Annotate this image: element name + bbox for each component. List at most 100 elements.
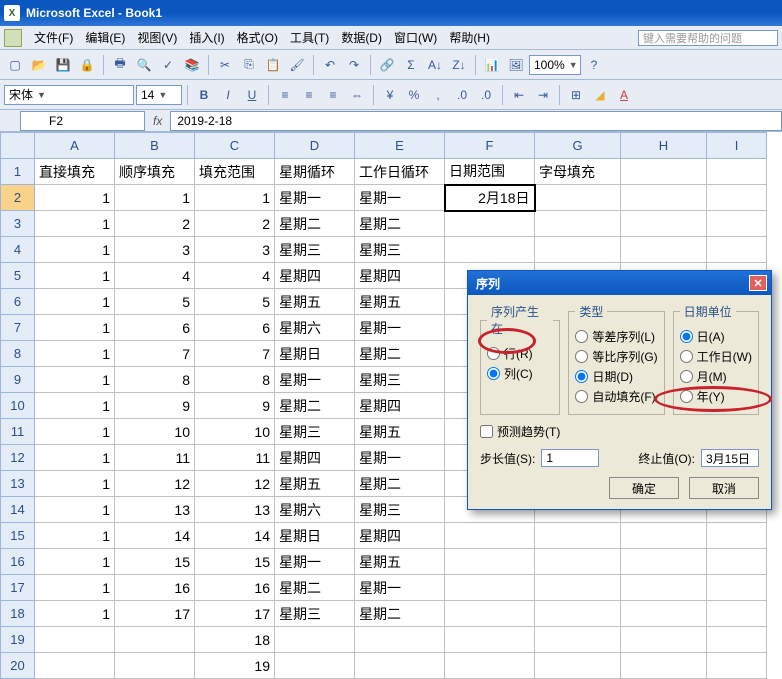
cell[interactable]: 星期二 [355, 211, 445, 237]
row-header-13[interactable]: 13 [1, 471, 35, 497]
row-header-18[interactable]: 18 [1, 601, 35, 627]
cell[interactable]: 1 [35, 289, 115, 315]
menu-format[interactable]: 格式(O) [231, 27, 284, 48]
cell[interactable]: 2月18日 [445, 185, 535, 211]
cell[interactable]: 9 [195, 393, 275, 419]
cell[interactable] [707, 575, 767, 601]
row-header-17[interactable]: 17 [1, 575, 35, 601]
cell[interactable]: 星期四 [355, 523, 445, 549]
cell[interactable]: 17 [115, 601, 195, 627]
cell[interactable]: 7 [195, 341, 275, 367]
cell[interactable]: 10 [115, 419, 195, 445]
row-header-1[interactable]: 1 [1, 159, 35, 185]
cell[interactable]: 13 [115, 497, 195, 523]
cell[interactable]: 星期一 [275, 185, 355, 211]
cell[interactable]: 8 [195, 367, 275, 393]
cell[interactable]: 星期循环 [275, 159, 355, 185]
col-header-F[interactable]: F [445, 133, 535, 159]
print-preview-icon[interactable]: 🔍 [133, 54, 155, 76]
cell[interactable] [535, 237, 621, 263]
permission-icon[interactable]: 🔒 [76, 54, 98, 76]
row-header-6[interactable]: 6 [1, 289, 35, 315]
cell[interactable] [707, 549, 767, 575]
cell[interactable]: 6 [195, 315, 275, 341]
cell[interactable]: 字母填充 [535, 159, 621, 185]
cell[interactable]: 9 [115, 393, 195, 419]
checkbox-trend[interactable]: 预测趋势(T) [480, 421, 759, 441]
cell[interactable] [535, 575, 621, 601]
cell[interactable] [621, 549, 707, 575]
row-header-10[interactable]: 10 [1, 393, 35, 419]
radio-autofill[interactable]: 自动填充(F) [575, 386, 657, 406]
chart-wizard-icon[interactable]: 📊 [481, 54, 503, 76]
redo-icon[interactable]: ↷ [343, 54, 365, 76]
cell[interactable] [621, 523, 707, 549]
cell[interactable]: 星期日 [275, 523, 355, 549]
align-left-icon[interactable]: ≡ [274, 84, 296, 106]
cell[interactable]: 4 [115, 263, 195, 289]
cell[interactable]: 星期三 [355, 367, 445, 393]
cell[interactable] [35, 653, 115, 679]
cell[interactable]: 星期三 [275, 601, 355, 627]
sort-desc-icon[interactable]: Z↓ [448, 54, 470, 76]
cell[interactable]: 星期五 [275, 471, 355, 497]
radio-day[interactable]: 日(A) [680, 326, 752, 346]
cell[interactable]: 星期二 [355, 601, 445, 627]
row-header-20[interactable]: 20 [1, 653, 35, 679]
menu-help[interactable]: 帮助(H) [443, 27, 496, 48]
cell[interactable]: 星期四 [275, 263, 355, 289]
col-header-D[interactable]: D [275, 133, 355, 159]
cell[interactable]: 星期四 [275, 445, 355, 471]
menu-tools[interactable]: 工具(T) [284, 27, 335, 48]
cell[interactable] [621, 575, 707, 601]
cell[interactable]: 星期五 [275, 289, 355, 315]
cell[interactable]: 1 [35, 601, 115, 627]
font-size-select[interactable]: 14▼ [136, 85, 182, 105]
hyperlink-icon[interactable]: 🔗 [376, 54, 398, 76]
cell[interactable] [275, 653, 355, 679]
name-box[interactable]: F2 [20, 111, 145, 131]
cell[interactable]: 星期三 [275, 419, 355, 445]
radio-date[interactable]: 日期(D) [575, 366, 657, 386]
cell[interactable]: 3 [195, 237, 275, 263]
cell[interactable]: 12 [195, 471, 275, 497]
cell[interactable]: 星期二 [275, 211, 355, 237]
select-all-corner[interactable] [1, 133, 35, 159]
cell[interactable]: 8 [115, 367, 195, 393]
undo-icon[interactable]: ↶ [319, 54, 341, 76]
cell[interactable]: 11 [195, 445, 275, 471]
radio-month[interactable]: 月(M) [680, 366, 752, 386]
cell[interactable] [621, 601, 707, 627]
cell[interactable]: 星期五 [355, 549, 445, 575]
col-header-I[interactable]: I [707, 133, 767, 159]
cell[interactable]: 2 [195, 211, 275, 237]
cell[interactable] [535, 185, 621, 211]
cell[interactable]: 星期六 [275, 497, 355, 523]
research-icon[interactable]: 📚 [181, 54, 203, 76]
align-right-icon[interactable]: ≡ [322, 84, 344, 106]
cell[interactable] [535, 653, 621, 679]
cell[interactable] [445, 601, 535, 627]
cell[interactable]: 星期一 [275, 549, 355, 575]
borders-icon[interactable]: ⊞ [565, 84, 587, 106]
cell[interactable] [445, 237, 535, 263]
cell[interactable]: 1 [35, 497, 115, 523]
row-header-5[interactable]: 5 [1, 263, 35, 289]
cell[interactable]: 日期范围 [445, 159, 535, 185]
cell[interactable]: 星期二 [275, 575, 355, 601]
cell[interactable] [621, 159, 707, 185]
col-header-A[interactable]: A [35, 133, 115, 159]
cell[interactable] [621, 211, 707, 237]
row-header-12[interactable]: 12 [1, 445, 35, 471]
radio-year[interactable]: 年(Y) [680, 386, 752, 406]
cell[interactable]: 14 [115, 523, 195, 549]
cell[interactable]: 1 [35, 419, 115, 445]
cell[interactable]: 星期二 [355, 341, 445, 367]
cell[interactable]: 16 [195, 575, 275, 601]
cell[interactable]: 星期一 [355, 185, 445, 211]
decrease-decimal-icon[interactable]: .0 [475, 84, 497, 106]
italic-icon[interactable]: I [217, 84, 239, 106]
row-header-7[interactable]: 7 [1, 315, 35, 341]
drawing-icon[interactable]: 🖼 [505, 54, 527, 76]
cell[interactable]: 12 [115, 471, 195, 497]
